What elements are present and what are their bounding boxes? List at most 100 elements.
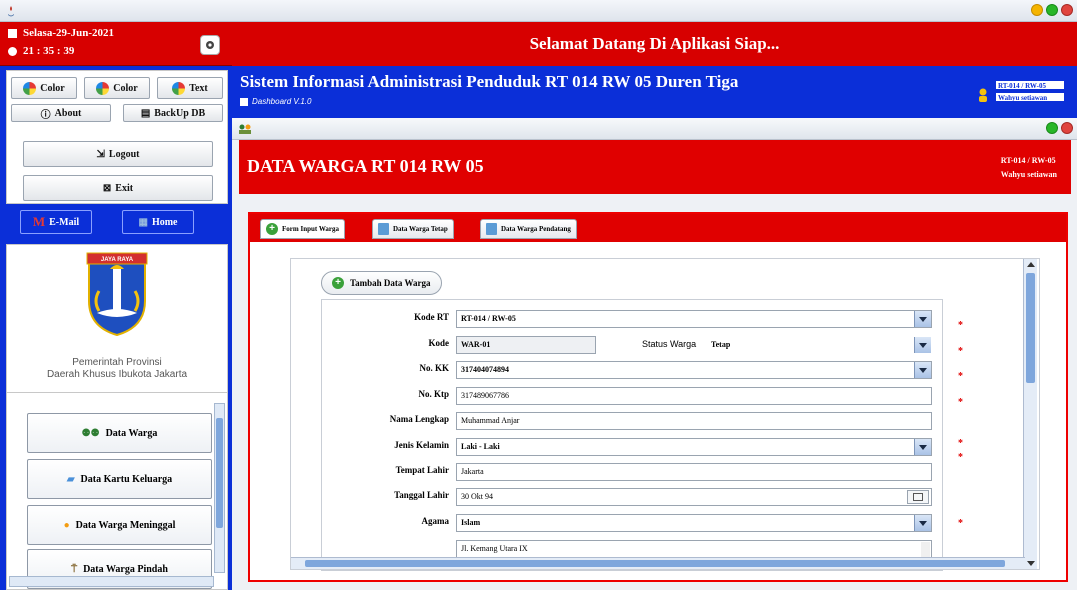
no-ktp-input[interactable]: 317489067786 (456, 387, 932, 405)
chevron-down-icon[interactable] (914, 362, 931, 378)
tanggal-lahir-input[interactable]: 30 Okt 94 (456, 488, 932, 506)
user-icon (979, 88, 987, 102)
about-button[interactable]: ⓘ About (11, 104, 111, 122)
form-hscroll-thumb[interactable] (305, 560, 1005, 567)
settings-button[interactable] (200, 35, 220, 55)
tempat-lahir-input[interactable]: Jakarta (456, 463, 932, 481)
exit-button[interactable]: ⊠ Exit (23, 175, 213, 201)
tanggal-lahir-value: 30 Okt 94 (461, 492, 493, 501)
java-app-icon (8, 6, 14, 17)
color-wheel-icon (172, 81, 186, 95)
welcome-text: Selamat Datang Di Aplikasi Siap... (529, 34, 780, 53)
gmail-icon: M (32, 214, 46, 229)
tab-form-input-warga[interactable]: + Form Input Warga (260, 219, 346, 239)
chevron-down-icon[interactable] (914, 515, 931, 531)
user-rt-label: RT-014 / RW-05 (995, 80, 1065, 90)
tab-data-warga-pendatang[interactable]: Data Warga Pendatang (480, 219, 577, 239)
menu-data-warga-meninggal[interactable]: ● Data Warga Meninggal (27, 505, 212, 545)
kode-rt-select[interactable]: RT-014 / RW-05 (456, 310, 932, 328)
required-marker: * (958, 371, 963, 382)
form-vertical-scrollbar[interactable] (1023, 259, 1037, 569)
date-picker-button[interactable] (907, 490, 929, 504)
menu-data-warga[interactable]: ⚉⚉ Data Warga (27, 413, 212, 453)
required-marker: * (958, 397, 963, 408)
text-button-label: Text (189, 82, 208, 94)
menu-panel: ⚉⚉ Data Warga ▰ Data Kartu Keluarga ● Data … (6, 392, 228, 590)
backup-button[interactable]: ▤ BackUp DB (123, 104, 223, 122)
menu-data-kartu-keluarga[interactable]: ▰ Data Kartu Keluarga (27, 459, 212, 499)
required-marker: * (958, 320, 963, 331)
nama-lengkap-input[interactable]: Muhammad Anjar (456, 412, 932, 430)
jakarta-emblem-logo: JAYA RAYA (86, 252, 148, 337)
logo-panel: JAYA RAYA Pemerintah Provinsi Daerah Khu… (6, 244, 228, 394)
close-icon[interactable] (1061, 4, 1073, 16)
scroll-down-icon[interactable] (1027, 561, 1035, 566)
color-button-2[interactable]: Color (84, 77, 150, 99)
color-button-1[interactable]: Color (11, 77, 77, 99)
logout-button[interactable]: ⇲ Logout (23, 141, 213, 167)
document-icon (378, 223, 389, 235)
inner-title-bar (232, 118, 1077, 140)
form-scroll-thumb[interactable] (1026, 273, 1035, 383)
tab-strip: + Form Input Warga Data Warga Tetap Data … (250, 214, 1066, 242)
add-warga-button[interactable]: + Tambah Data Warga (321, 271, 442, 295)
logo-caption-2: Daerah Khusus Ibukota Jakarta (46, 369, 188, 380)
chevron-down-icon[interactable] (914, 337, 931, 353)
alamat-value: Jl. Kemang Utara IX (461, 544, 528, 553)
color-wheel-icon (23, 81, 37, 95)
app-subtitle: Dashboard V.1.0 (240, 97, 311, 106)
tempat-lahir-label: Tempat Lahir (395, 465, 449, 475)
menu-data-kartu-keluarga-label: Data Kartu Keluarga (80, 473, 173, 485)
jenis-kelamin-select[interactable]: Laki - Laki (456, 438, 932, 456)
header-name-label: Wahyu setiawan (1000, 170, 1057, 179)
tanggal-lahir-label: Tanggal Lahir (394, 490, 449, 500)
email-button[interactable]: M E-Mail (20, 210, 92, 234)
clock-icon (8, 46, 17, 56)
form-fields-box: Kode RT Kode No. KK No. Ktp Nama Lengkap… (321, 299, 963, 571)
chevron-down-icon[interactable] (914, 311, 931, 327)
no-kk-select[interactable]: 317404074894 (456, 361, 932, 379)
chevron-down-icon[interactable] (914, 439, 931, 455)
kode-field[interactable]: WAR-01 (456, 336, 596, 354)
inner-close-icon[interactable] (1061, 122, 1073, 134)
menu-vertical-scrollbar[interactable] (214, 403, 225, 573)
minimize-icon[interactable] (1031, 4, 1043, 16)
dashboard-icon (240, 97, 248, 106)
logout-icon: ⇲ (96, 148, 105, 160)
scroll-up-icon[interactable] (1027, 262, 1035, 267)
add-warga-button-label: Tambah Data Warga (350, 278, 431, 288)
inner-maximize-icon[interactable] (1046, 122, 1058, 134)
menu-horizontal-scrollbar[interactable] (9, 576, 214, 587)
email-button-label: E-Mail (49, 216, 80, 228)
kode-rt-value: RT-014 / RW-05 (461, 314, 516, 323)
form-horizontal-scrollbar[interactable] (291, 557, 1025, 569)
about-button-label: About (54, 107, 82, 119)
logo-caption-1: Pemerintah Provinsi (72, 357, 162, 368)
database-icon: ▤ (140, 107, 151, 119)
no-ktp-label: No. Ktp (418, 389, 449, 399)
control-panel: Color Color Text ⓘ About ▤ BackUp DB ⇲ Logo… (6, 70, 228, 204)
add-icon: + (266, 223, 278, 235)
label-column: Kode RT Kode No. KK No. Ktp Nama Lengkap… (322, 300, 449, 570)
menu-scroll-thumb[interactable] (216, 418, 223, 528)
data-warga-header: DATA WARGA RT 014 RW 05 RT-014 / RW-05 W… (239, 140, 1071, 194)
backup-button-label: BackUp DB (154, 107, 206, 119)
signpost-icon: ⍑ (71, 563, 78, 575)
header-rt-label: RT-014 / RW-05 (1000, 156, 1056, 165)
status-warga-select[interactable]: Tetap (706, 336, 932, 354)
tab-data-warga-pendatang-label: Data Warga Pendatang (501, 225, 571, 233)
app-title: Sistem Informasi Administrasi Penduduk R… (240, 72, 739, 91)
text-button[interactable]: Text (157, 77, 223, 99)
tab-form-input-warga-label: Form Input Warga (282, 225, 340, 233)
os-title-bar (0, 0, 1077, 22)
status-warga-value: Tetap (711, 340, 731, 349)
maximize-icon[interactable] (1046, 4, 1058, 16)
nama-lengkap-value: Muhammad Anjar (461, 416, 520, 425)
color-button-2-label: Color (113, 82, 138, 94)
agama-select[interactable]: Islam (456, 514, 932, 532)
tab-data-warga-tetap[interactable]: Data Warga Tetap (372, 219, 454, 239)
home-button[interactable]: ▦ Home (122, 210, 194, 234)
app-header: Sistem Informasi Administrasi Penduduk R… (232, 66, 1077, 118)
window-controls (1031, 4, 1073, 16)
nama-lengkap-label: Nama Lengkap (389, 414, 449, 424)
